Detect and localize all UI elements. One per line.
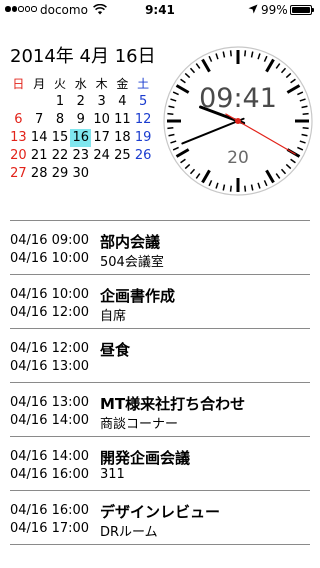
event-location: 自席	[100, 309, 127, 324]
clock-minute-tick	[167, 127, 174, 130]
calendar-weekday: 土	[137, 77, 150, 91]
status-bar: docomo 9:41 99%	[0, 0, 320, 20]
calendar-day[interactable]: 6	[8, 111, 29, 129]
event-end-time: 04/16 16:00	[10, 467, 90, 482]
date-header: 2014年 4月 16日	[10, 46, 156, 67]
event-end-time: 04/16 17:00	[10, 521, 90, 536]
event-start-time: 04/16 16:00	[10, 503, 90, 518]
calendar-day[interactable]: 5	[133, 93, 154, 111]
event-end-time: 04/16 13:00	[10, 359, 90, 374]
calendar-day[interactable]: 25	[112, 147, 133, 165]
battery-icon	[290, 5, 314, 15]
event-start-time: 04/16 09:00	[10, 233, 90, 248]
clock-minute-tick	[302, 127, 309, 130]
event-start-time: 04/16 13:00	[10, 395, 90, 410]
clock-center-pin	[235, 118, 241, 124]
calendar-day[interactable]: 29	[50, 165, 71, 183]
event-location: 商談コーナー	[100, 417, 179, 432]
event-title: 開発企画会議	[100, 449, 191, 467]
event-location: 504会議室	[100, 255, 164, 270]
calendar-day[interactable]: 11	[112, 111, 133, 129]
event-row[interactable]: 04/16 13:00 04/16 14:00 MT様来社打ち合わせ 商談コーナー	[10, 383, 310, 436]
calendar-day[interactable]: 7	[29, 111, 50, 129]
calendar-day[interactable]: 26	[133, 147, 154, 165]
calendar-weekday: 水	[74, 77, 87, 91]
calendar-day[interactable]: 19	[133, 129, 154, 147]
clock-day: 20	[227, 148, 249, 168]
calendar-day[interactable]: 1	[50, 93, 71, 111]
event-start-time: 04/16 10:00	[10, 287, 90, 302]
calendar-day	[91, 165, 112, 183]
analog-clock: 09:41 20	[162, 45, 314, 197]
clock-minute-tick	[244, 185, 247, 192]
calendar-day[interactable]: 4	[112, 93, 133, 111]
event-start-time: 04/16 12:00	[10, 341, 90, 356]
event-end-time: 04/16 14:00	[10, 413, 90, 428]
clock-minute-tick	[244, 50, 247, 57]
event-separator	[10, 544, 310, 545]
event-location: DRルーム	[100, 525, 158, 540]
digital-time: 09:41	[199, 83, 277, 114]
event-start-time: 04/16 14:00	[10, 449, 90, 464]
event-title: デザインレビュー	[100, 503, 221, 521]
calendar-day[interactable]: 27	[8, 165, 29, 183]
event-title: 企画書作成	[100, 287, 176, 305]
calendar-day	[112, 165, 133, 183]
event-end-time: 04/16 10:00	[10, 251, 90, 266]
calendar-day[interactable]: 28	[29, 165, 50, 183]
calendar-day[interactable]: 22	[50, 147, 71, 165]
calendar-week-row: 20 21 22 23 24 25 26	[8, 147, 154, 165]
event-list: 04/16 09:00 04/16 10:00 部内会議 504会議室 04/16 10…	[10, 220, 310, 545]
calendar-week-row: 6 7 8 9 10 11 12	[8, 111, 154, 129]
calendar-day[interactable]: 14	[29, 129, 50, 147]
calendar-day	[29, 93, 50, 111]
calendar-weekday-row: 日月火水木金土	[8, 75, 154, 93]
clock-minute-tick	[229, 50, 232, 57]
event-row[interactable]: 04/16 09:00 04/16 10:00 部内会議 504会議室	[10, 221, 310, 274]
event-row[interactable]: 04/16 16:00 04/16 17:00 デザインレビュー DRルーム	[10, 491, 310, 544]
calendar-day[interactable]: 20	[8, 147, 29, 165]
calendar-day[interactable]: 15	[50, 129, 71, 147]
calendar-weekday: 金	[116, 77, 129, 91]
calendar-weekday: 月	[33, 77, 46, 91]
calendar-day	[133, 165, 154, 183]
clock-minute-tick	[229, 185, 232, 192]
calendar-day[interactable]: 18	[112, 129, 133, 147]
event-location: 311	[100, 467, 125, 482]
event-row[interactable]: 04/16 12:00 04/16 13:00 昼食	[10, 329, 310, 382]
event-row[interactable]: 04/16 10:00 04/16 12:00 企画書作成自席	[10, 275, 310, 328]
calendar-day[interactable]: 17	[91, 129, 112, 147]
calendar-weekday: 火	[53, 77, 66, 91]
event-title: 昼食	[100, 341, 131, 359]
calendar-day	[8, 93, 29, 111]
calendar-day[interactable]: 23	[70, 147, 91, 165]
event-end-time: 04/16 12:00	[10, 305, 90, 320]
location-arrow-icon	[248, 4, 258, 14]
calendar-day-today[interactable]: 16	[70, 129, 92, 147]
calendar-day[interactable]: 30	[70, 165, 91, 183]
calendar-day[interactable]: 12	[133, 111, 154, 129]
event-title: MT様来社打ち合わせ	[100, 395, 246, 413]
calendar-week-row: 13 14 15 16 17 18 19	[8, 129, 154, 147]
calendar-day[interactable]: 24	[91, 147, 112, 165]
calendar-day[interactable]: 3	[91, 93, 112, 111]
calendar-weekday: 日	[12, 77, 25, 91]
calendar-day[interactable]: 8	[50, 111, 71, 129]
calendar-day[interactable]: 9	[70, 111, 91, 129]
calendar-day[interactable]: 10	[91, 111, 112, 129]
calendar-weekday: 木	[95, 77, 108, 91]
event-row[interactable]: 04/16 14:00 04/16 16:00 開発企画会議 311	[10, 437, 310, 490]
calendar-week-row: 27 28 29 30	[8, 165, 154, 183]
clock-face	[163, 46, 313, 196]
calendar-day[interactable]: 21	[29, 147, 50, 165]
battery-percent: 99%	[261, 3, 288, 17]
calendar-day[interactable]: 13	[8, 129, 29, 147]
calendar-week-row: 12345	[8, 93, 154, 111]
calendar-day[interactable]: 2	[70, 93, 91, 111]
event-title: 部内会議	[100, 233, 161, 251]
month-calendar: 日月火水木金土 1 2 3 4 5 6 7 8 9 10 11 12 13 14 15 16 17 18 19 20 21…	[8, 75, 154, 183]
